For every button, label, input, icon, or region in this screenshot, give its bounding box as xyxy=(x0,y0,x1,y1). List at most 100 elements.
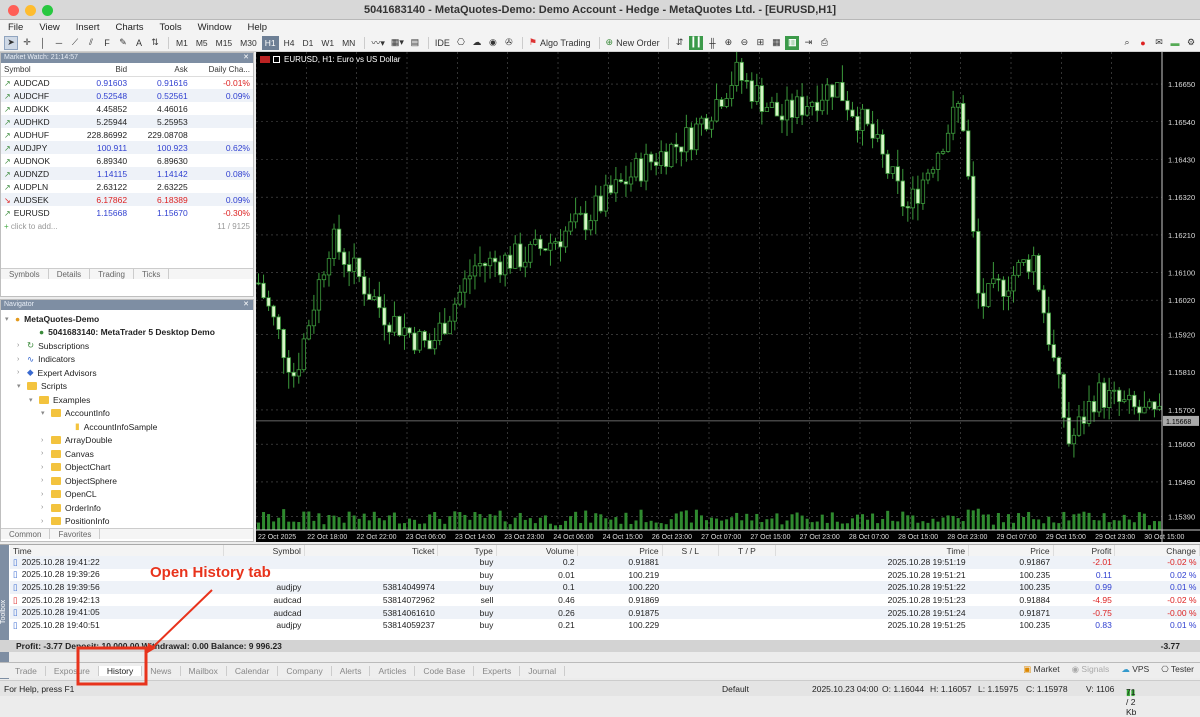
column-header[interactable]: Type xyxy=(437,545,497,556)
column-header[interactable]: Daily Cha... xyxy=(190,63,253,77)
chevron-icon[interactable]: › xyxy=(41,477,51,484)
tab-experts[interactable]: Experts xyxy=(474,665,521,676)
column-header[interactable]: Time xyxy=(10,545,224,556)
timeframe-mn[interactable]: MN xyxy=(339,36,358,50)
candlestick-icon[interactable]: ╫ xyxy=(705,36,719,50)
profile-icon[interactable]: ▬ xyxy=(1168,36,1182,50)
timeframe-h4[interactable]: H4 xyxy=(281,36,298,50)
symbol-row[interactable]: ↗ AUDJPY 100.911 100.923 0.62% xyxy=(1,141,253,154)
symbol-row[interactable]: ↗ AUDCAD 0.91603 0.91616 -0.01% xyxy=(1,76,253,89)
chevron-icon[interactable]: › xyxy=(41,518,51,525)
timeframe-d1[interactable]: D1 xyxy=(299,36,316,50)
column-header[interactable]: Price xyxy=(968,545,1054,556)
tab-history[interactable]: History xyxy=(98,665,143,676)
symbol-row[interactable]: ↗ AUDPLN 2.63122 2.63225 xyxy=(1,180,253,193)
menu-insert[interactable]: Insert xyxy=(68,22,108,33)
table-row[interactable]: ▯ 2025.10.28 19:41:05 audcad 53814061610 buy… xyxy=(10,606,1200,619)
nav-item-accountinfosample[interactable]: ▮ AccountInfoSample xyxy=(1,420,253,434)
screenshot-icon[interactable]: ⎙ xyxy=(817,36,831,50)
crosshair-tool-icon[interactable]: ✛ xyxy=(20,36,34,50)
tab-exposure[interactable]: Exposure xyxy=(46,665,99,676)
timeframe-m5[interactable]: M5 xyxy=(193,36,211,50)
settings-icon[interactable]: ⚙ xyxy=(1184,36,1198,50)
chevron-icon[interactable]: › xyxy=(41,437,51,444)
nav-item-5041683140-metatrader-5-desktop-demo[interactable]: ● 5041683140: MetaTrader 5 Desktop Demo xyxy=(1,326,253,340)
tab-alerts[interactable]: Alerts xyxy=(332,665,371,676)
chevron-icon[interactable]: ▾ xyxy=(17,382,27,390)
tab-company[interactable]: Company xyxy=(278,665,332,676)
profile-name[interactable]: Default xyxy=(722,684,749,694)
vertical-line-icon[interactable]: │ xyxy=(36,36,50,50)
tab-news[interactable]: News xyxy=(142,665,181,676)
close-window-icon[interactable] xyxy=(8,5,19,16)
timeframe-m15[interactable]: M15 xyxy=(213,36,236,50)
signals-icon[interactable]: ✇ xyxy=(502,36,516,50)
minimize-window-icon[interactable] xyxy=(25,5,36,16)
column-header[interactable]: Time xyxy=(775,545,970,556)
text-tool-icon[interactable]: A xyxy=(132,36,146,50)
menu-charts[interactable]: Charts xyxy=(108,22,152,33)
column-header[interactable]: Bid xyxy=(69,63,131,77)
chevron-icon[interactable]: › xyxy=(17,369,27,376)
column-header[interactable]: Change xyxy=(1114,545,1200,556)
table-row[interactable]: ▯ 2025.10.28 19:40:51 audjpy 53814059237 buy… xyxy=(10,619,1200,632)
strategy-tester-icon[interactable]: ⎔ xyxy=(454,36,468,50)
zoom-out-icon[interactable]: ⊖ xyxy=(737,36,751,50)
tab-details[interactable]: Details xyxy=(49,269,91,279)
chevron-icon[interactable]: ▾ xyxy=(29,396,39,404)
column-header[interactable]: Ask xyxy=(130,63,191,77)
timeframe-m1[interactable]: M1 xyxy=(173,36,191,50)
chevron-icon[interactable]: › xyxy=(17,342,27,349)
horizontal-line-icon[interactable]: ─ xyxy=(52,36,66,50)
close-icon[interactable]: ✕ xyxy=(243,300,249,310)
menu-view[interactable]: View xyxy=(31,22,67,33)
nav-item-opencl[interactable]: › OpenCL xyxy=(1,488,253,502)
search-icon[interactable]: ⌕ xyxy=(1120,36,1134,50)
grid-icon[interactable]: ▦ xyxy=(769,36,783,50)
chevron-icon[interactable]: ▾ xyxy=(5,315,15,323)
nav-item-positioninfo[interactable]: › PositionInfo xyxy=(1,515,253,529)
add-symbol-link[interactable]: + click to add... xyxy=(4,222,58,231)
timeframe-w1[interactable]: W1 xyxy=(318,36,337,50)
market-button[interactable]: ▣ Market xyxy=(1023,664,1059,675)
nav-item-scripts[interactable]: ▾ Scripts xyxy=(1,380,253,394)
timeframe-h1[interactable]: H1 xyxy=(261,35,279,50)
nav-item-canvas[interactable]: › Canvas xyxy=(1,447,253,461)
symbol-row[interactable]: ↗ AUDCHF 0.52548 0.52561 0.09% xyxy=(1,89,253,102)
nav-item-arraydouble[interactable]: › ArrayDouble xyxy=(1,434,253,448)
fibonacci-icon[interactable]: F xyxy=(100,36,114,50)
price-chart[interactable]: EURUSD, H1: Euro vs US Dollar 1.16650 1.1… xyxy=(256,52,1200,542)
nav-item-examples[interactable]: ▾ Examples xyxy=(1,393,253,407)
vps-button[interactable]: ☁ VPS xyxy=(1121,664,1149,675)
cursor-tool-icon[interactable]: ➤ xyxy=(4,35,18,50)
tab-articles[interactable]: Articles xyxy=(370,665,416,676)
menu-file[interactable]: File xyxy=(0,22,31,33)
depth-of-market-icon[interactable]: ⇵ xyxy=(673,36,687,50)
column-header[interactable]: Volume xyxy=(496,545,579,556)
nav-item-orderinfo[interactable]: › OrderInfo xyxy=(1,501,253,515)
symbol-row[interactable]: ↗ AUDHUF 228.86992 229.08708 xyxy=(1,128,253,141)
tab-trading[interactable]: Trading xyxy=(90,269,134,279)
tab-calendar[interactable]: Calendar xyxy=(227,665,279,676)
nav-item-accountinfo[interactable]: ▾ AccountInfo xyxy=(1,407,253,421)
chevron-icon[interactable]: › xyxy=(17,356,27,363)
templates-icon[interactable]: ▤ xyxy=(408,36,422,50)
column-header[interactable]: S / L xyxy=(662,545,719,556)
symbol-row[interactable]: ↗ EURUSD 1.15668 1.15670 -0.30% xyxy=(1,206,253,219)
chevron-icon[interactable]: ▾ xyxy=(41,409,51,417)
column-header[interactable]: Profit xyxy=(1053,545,1116,556)
ide-button[interactable]: IDE xyxy=(433,36,452,50)
nav-item-indicators[interactable]: › ∿ Indicators xyxy=(1,353,253,367)
tab-symbols[interactable]: Symbols xyxy=(1,269,49,279)
symbol-row[interactable]: ↘ AUDSEK 6.17862 6.18389 0.09% xyxy=(1,193,253,206)
symbol-row[interactable]: ↗ AUDNOK 6.89340 6.89630 xyxy=(1,154,253,167)
tester-button[interactable]: ⎔ Tester xyxy=(1161,664,1194,675)
symbol-row[interactable]: ↗ AUDNZD 1.14115 1.14142 0.08% xyxy=(1,167,253,180)
column-header[interactable]: Symbol xyxy=(223,545,305,556)
symbol-row[interactable]: ↗ AUDDKK 4.45852 4.46016 xyxy=(1,102,253,115)
nav-item-expert-advisors[interactable]: › ◆ Expert Advisors xyxy=(1,366,253,380)
tab-code-base[interactable]: Code Base xyxy=(415,665,475,676)
zoom-in-icon[interactable]: ⊕ xyxy=(721,36,735,50)
column-header[interactable]: Symbol xyxy=(1,63,70,77)
chevron-icon[interactable]: › xyxy=(41,491,51,498)
